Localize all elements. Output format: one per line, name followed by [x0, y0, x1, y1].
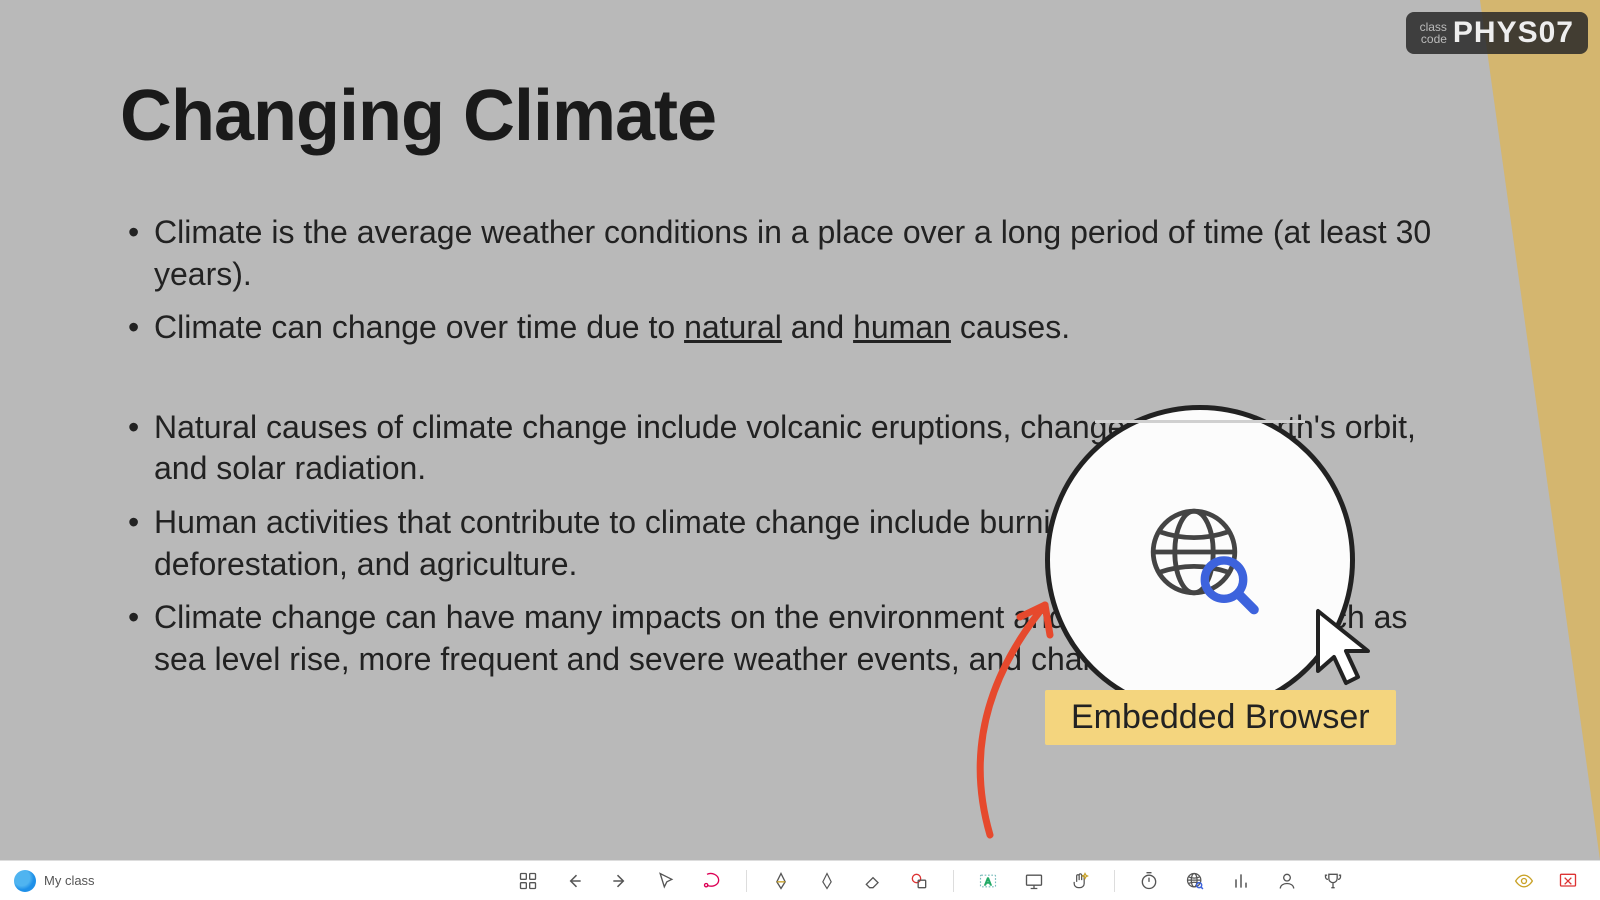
- bullet-2-underline-1: natural: [684, 309, 782, 345]
- bullet-2-pre: Climate can change over time due to: [154, 309, 684, 345]
- decorative-triangle: [1480, 0, 1600, 860]
- timer-icon[interactable]: [1137, 869, 1161, 893]
- class-code-value: PHYS07: [1453, 16, 1574, 50]
- hand-sparkle-icon[interactable]: [1068, 869, 1092, 893]
- toolbar-separator: [746, 870, 747, 892]
- my-class-label[interactable]: My class: [44, 873, 95, 888]
- eye-icon[interactable]: [1512, 869, 1536, 893]
- bottom-toolbar: My class A: [0, 860, 1600, 900]
- svg-text:A: A: [984, 877, 991, 888]
- pointer-icon[interactable]: [654, 869, 678, 893]
- toolbar-left: My class: [0, 870, 380, 892]
- slide-title: Changing Climate: [120, 75, 1450, 157]
- text-icon[interactable]: A: [976, 869, 1000, 893]
- bullet-2-mid: and: [782, 309, 853, 345]
- class-code-badge[interactable]: class code PHYS07: [1406, 12, 1588, 54]
- arrow-right-icon[interactable]: [608, 869, 632, 893]
- embedded-browser-tooltip: Embedded Browser: [1045, 690, 1396, 745]
- globe-search-icon[interactable]: [1183, 869, 1207, 893]
- eraser-icon[interactable]: [861, 869, 885, 893]
- bullet-1-text: Climate is the average weather condition…: [154, 214, 1431, 292]
- toolbar-separator: [1114, 870, 1115, 892]
- cursor-pointer-icon: [1310, 605, 1380, 695]
- globe-search-icon: [1140, 498, 1260, 623]
- toolbar-center: A: [380, 869, 1480, 893]
- arrow-left-icon[interactable]: [562, 869, 586, 893]
- present-icon[interactable]: [1022, 869, 1046, 893]
- slide-canvas: class code PHYS07 Changing Climate Clima…: [0, 0, 1600, 860]
- user-icon[interactable]: [1275, 869, 1299, 893]
- pen-outline-icon[interactable]: [815, 869, 839, 893]
- bullet-2-underline-2: human: [853, 309, 951, 345]
- bullet-2-post: causes.: [951, 309, 1070, 345]
- grid-icon[interactable]: [516, 869, 540, 893]
- poll-icon[interactable]: [1229, 869, 1253, 893]
- shapes-icon[interactable]: [907, 869, 931, 893]
- class-code-label: class code: [1420, 21, 1447, 45]
- trophy-icon[interactable]: [1321, 869, 1345, 893]
- bullet-2: Climate can change over time due to natu…: [120, 307, 1450, 349]
- bullet-1: Climate is the average weather condition…: [120, 212, 1450, 295]
- class-code-label-line2: code: [1420, 33, 1447, 45]
- toolbar-separator: [953, 870, 954, 892]
- lasso-icon[interactable]: [700, 869, 724, 893]
- toolbar-right: [1480, 869, 1600, 893]
- app-logo-icon[interactable]: [14, 870, 36, 892]
- magnifier-top-bar: [1095, 420, 1305, 423]
- pen-black-icon[interactable]: [769, 869, 793, 893]
- magnifier-callout: [1045, 405, 1355, 715]
- exit-icon[interactable]: [1556, 869, 1580, 893]
